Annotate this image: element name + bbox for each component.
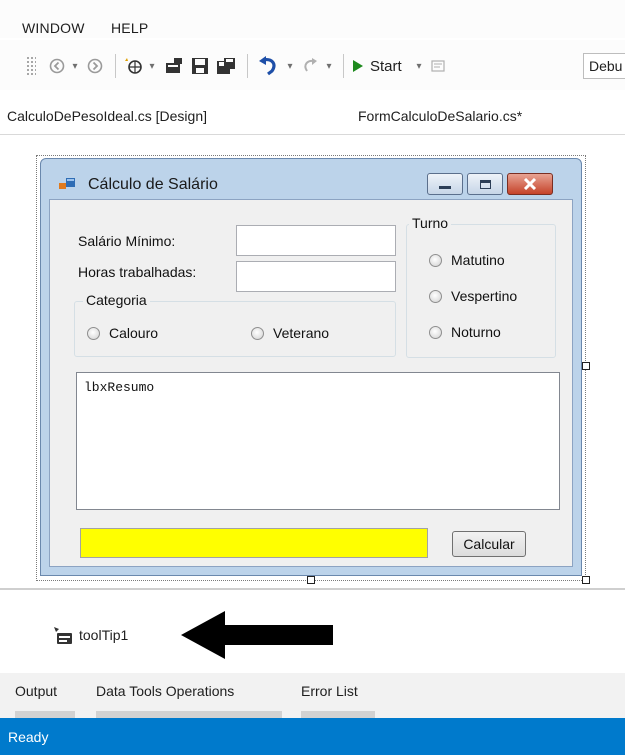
- standard-toolbar: ▾ ▾ ▾ ▾ Start ▾ Debu: [0, 40, 625, 90]
- toolbar-grip[interactable]: [26, 56, 36, 76]
- result-textbox[interactable]: [80, 528, 428, 558]
- close-button[interactable]: [507, 173, 553, 195]
- start-button-label[interactable]: Start: [370, 56, 412, 76]
- form-window[interactable]: Cálculo de Salário Salário Mínimo: Horas…: [40, 158, 582, 576]
- document-tab-bar: CalculoDePesoIdeal.cs [Design] FormCalcu…: [0, 95, 625, 135]
- save-icon[interactable]: [188, 56, 212, 76]
- tooltip-component-icon[interactable]: [53, 626, 73, 646]
- maximize-icon: [479, 179, 491, 189]
- status-text: Ready: [8, 729, 49, 745]
- undo-dropdown-icon[interactable]: ▾: [285, 56, 295, 76]
- new-dropdown-icon[interactable]: ▾: [147, 56, 157, 76]
- attach-icon[interactable]: [428, 56, 448, 76]
- save-all-icon[interactable]: [214, 56, 238, 76]
- salario-input[interactable]: [236, 225, 396, 256]
- tooltip-component-label[interactable]: toolTip1: [79, 627, 128, 643]
- turno-caption: Turno: [409, 215, 452, 231]
- radio-circle-icon: [429, 325, 442, 339]
- radio-vespertino[interactable]: Vespertino: [429, 288, 517, 304]
- form-client-area: Salário Mínimo: Horas trabalhadas: Categ…: [49, 199, 573, 567]
- solution-config-dropdown[interactable]: Debu: [583, 53, 625, 79]
- solution-config-value: Debu: [589, 58, 623, 74]
- tab-indicator: [15, 711, 75, 718]
- radio-circle-icon: [429, 289, 442, 303]
- toolbar-separator: [115, 54, 116, 78]
- menu-window[interactable]: WINDOW: [22, 20, 85, 36]
- resize-handle-right[interactable]: [582, 362, 590, 370]
- resumo-listbox[interactable]: lbxResumo: [76, 372, 560, 510]
- turno-group: Turno Matutino Vespertino Noturno: [406, 215, 556, 358]
- redo-icon[interactable]: [299, 56, 321, 76]
- radio-veterano-label: Veterano: [273, 325, 330, 341]
- tab-calculo-peso-design[interactable]: CalculoDePesoIdeal.cs [Design]: [7, 108, 207, 124]
- radio-noturno-label: Noturno: [451, 324, 501, 340]
- toolbar-separator: [343, 54, 344, 78]
- form-icon: [59, 178, 75, 189]
- listbox-name: lbxResumo: [84, 380, 155, 395]
- calcular-button[interactable]: Calcular: [452, 531, 526, 557]
- new-project-icon[interactable]: [122, 56, 146, 76]
- tab-form-calculo-salario[interactable]: FormCalculoDeSalario.cs*: [358, 108, 522, 124]
- tab-indicator: [301, 711, 375, 718]
- radio-circle-icon: [251, 326, 264, 340]
- radio-vespertino-label: Vespertino: [451, 288, 518, 304]
- back-icon[interactable]: [46, 56, 68, 76]
- open-icon[interactable]: [162, 56, 186, 76]
- label-salario-minimo: Salário Mínimo:: [78, 233, 176, 249]
- start-icon[interactable]: [350, 56, 366, 76]
- categoria-group: Categoria Calouro Veterano: [74, 292, 396, 357]
- minimize-button[interactable]: [427, 173, 463, 195]
- menu-help[interactable]: HELP: [111, 20, 148, 36]
- label-horas-trabalhadas: Horas trabalhadas:: [78, 264, 197, 280]
- arrow-left-icon: [181, 611, 333, 659]
- horas-input[interactable]: [236, 261, 396, 292]
- minimize-icon: [439, 186, 451, 189]
- maximize-button[interactable]: [467, 173, 503, 195]
- radio-circle-icon: [429, 253, 442, 267]
- categoria-caption: Categoria: [83, 292, 150, 308]
- radio-veterano[interactable]: Veterano: [251, 325, 329, 341]
- radio-calouro-label: Calouro: [109, 325, 159, 341]
- tab-output[interactable]: Output: [15, 683, 57, 699]
- form-title: Cálculo de Salário: [88, 176, 218, 193]
- toolbar-separator: [247, 54, 248, 78]
- radio-calouro[interactable]: Calouro: [87, 325, 158, 341]
- tab-data-tools-operations[interactable]: Data Tools Operations: [96, 683, 234, 699]
- undo-icon[interactable]: [256, 56, 282, 76]
- radio-matutino-label: Matutino: [451, 252, 505, 268]
- back-dropdown-icon[interactable]: ▾: [70, 56, 80, 76]
- tab-indicator: [96, 711, 282, 718]
- tool-window-tabs: Output Data Tools Operations Error List: [0, 673, 625, 718]
- resize-handle-bottom[interactable]: [307, 576, 315, 584]
- resize-handle-corner[interactable]: [582, 576, 590, 584]
- start-dropdown-icon[interactable]: ▾: [414, 56, 424, 76]
- radio-circle-icon: [87, 326, 100, 340]
- forward-icon[interactable]: [84, 56, 106, 76]
- tab-error-list[interactable]: Error List: [301, 683, 358, 699]
- status-bar: Ready: [0, 718, 625, 755]
- radio-matutino[interactable]: Matutino: [429, 252, 505, 268]
- menu-bar: WINDOW HELP: [0, 0, 625, 38]
- redo-dropdown-icon[interactable]: ▾: [324, 56, 334, 76]
- close-icon: [523, 178, 537, 190]
- radio-noturno[interactable]: Noturno: [429, 324, 501, 340]
